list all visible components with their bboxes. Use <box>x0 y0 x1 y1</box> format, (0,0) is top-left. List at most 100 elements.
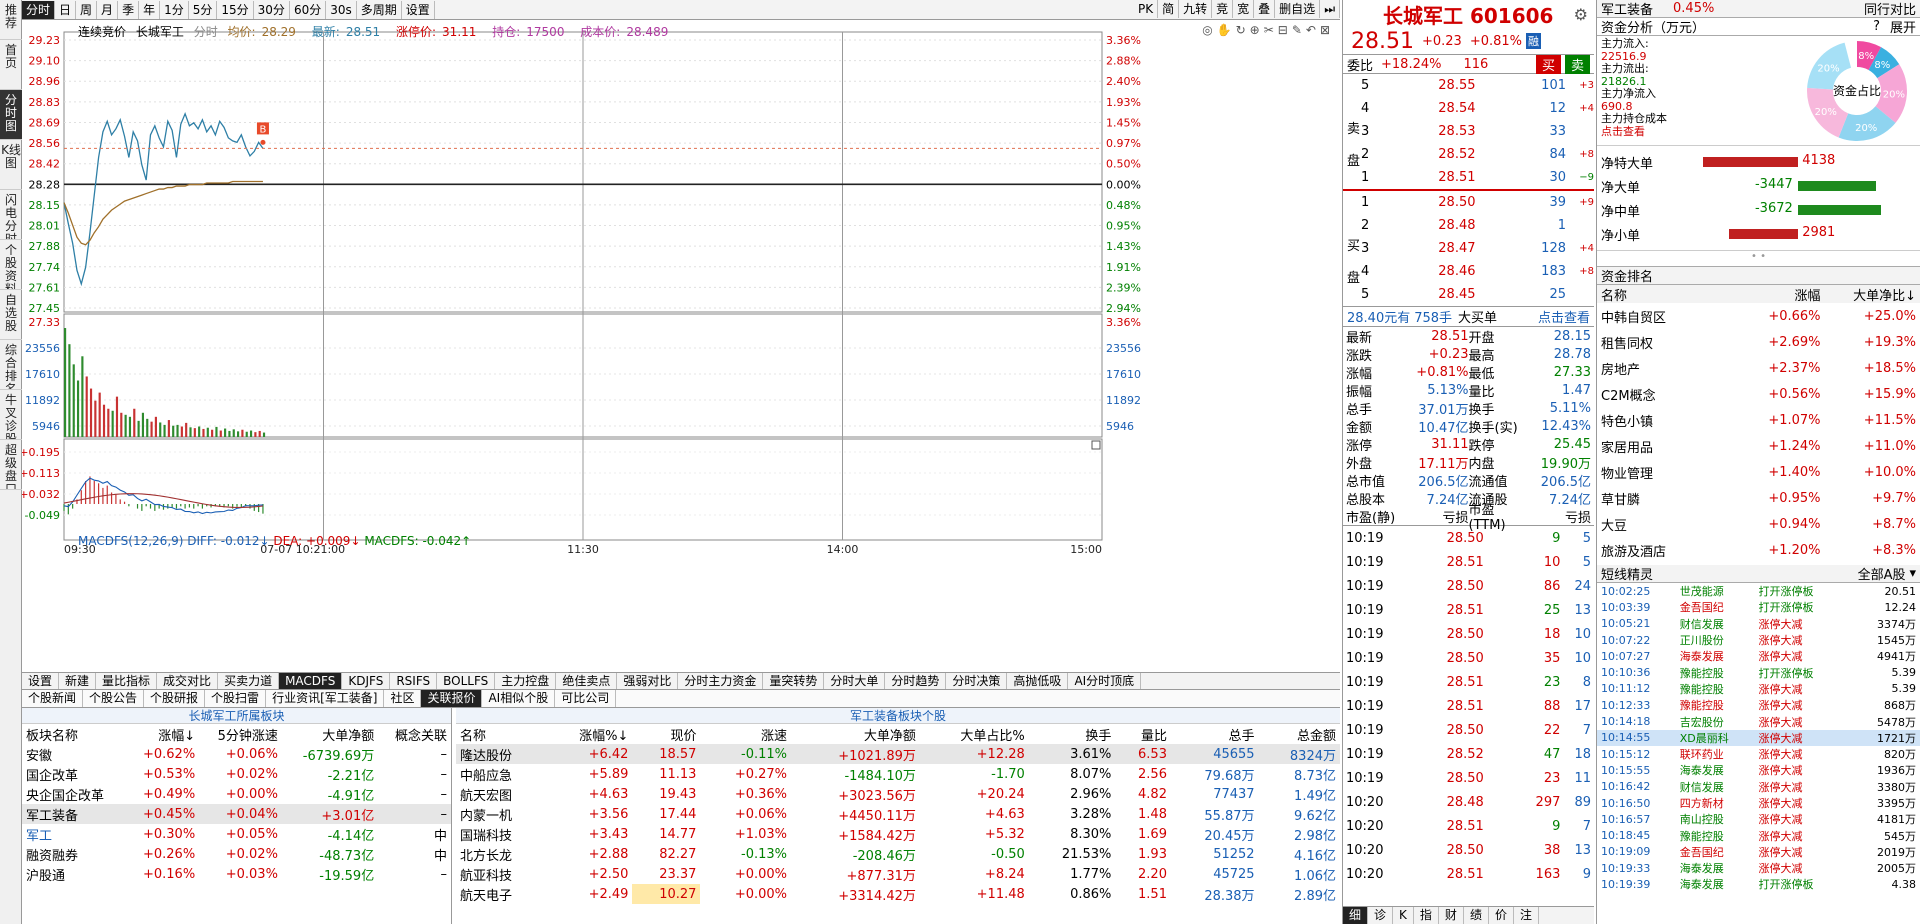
indicator-tab-4[interactable]: 买卖力道 <box>218 673 280 689</box>
period-tab-10[interactable]: 60分 <box>290 0 327 19</box>
stock-col-0[interactable]: 名称 <box>456 724 546 744</box>
toolbar-right-1[interactable]: 简 <box>1158 0 1180 18</box>
list-item[interactable]: 10:15:55 海泰发展 涨停大减 1936万 <box>1597 762 1920 778</box>
period-tab-11[interactable]: 30s <box>326 0 357 19</box>
shortline-filter[interactable]: 全部A股 <box>1858 564 1906 583</box>
list-item[interactable]: 特色小镇 +1.07% +11.5% <box>1597 407 1920 433</box>
indicator-tab-14[interactable]: 分时大单 <box>824 673 886 689</box>
rank-col-0[interactable]: 名称 <box>1601 285 1725 304</box>
period-tab-9[interactable]: 30分 <box>254 0 290 19</box>
quote-tab-1[interactable]: 诊 <box>1368 907 1394 924</box>
info-tab-1[interactable]: 个股公告 <box>83 690 145 707</box>
gear-icon[interactable]: ⚙ <box>1574 5 1588 24</box>
nav-item-1[interactable]: 首页 <box>0 40 22 90</box>
quote-tab-6[interactable]: 价 <box>1489 907 1514 924</box>
stock-col-9[interactable]: 总金额 <box>1259 724 1340 744</box>
list-item[interactable]: 旅游及酒店 +1.20% +8.3% <box>1597 537 1920 563</box>
quote-tab-7[interactable]: 注 <box>1514 907 1539 924</box>
list-item[interactable]: 房地产 +2.37% +18.5% <box>1597 355 1920 381</box>
indicator-tab-5[interactable]: MACDFS <box>279 673 343 689</box>
peer-compare[interactable]: 同行对比 <box>1864 0 1916 18</box>
rank-col-1[interactable]: 涨幅 <box>1725 285 1821 304</box>
stock-col-7[interactable]: 量比 <box>1115 724 1171 744</box>
chart-tool-icons[interactable]: ◎✋↻⊕✂⊟✎↶⊠ <box>1202 23 1334 37</box>
list-item[interactable]: 10:19:33 海泰发展 涨停大减 2005万 <box>1597 860 1920 876</box>
info-tab-0[interactable]: 个股新闻 <box>22 690 84 707</box>
nav-item-6[interactable]: 自选股 <box>0 290 22 340</box>
sector-col-3[interactable]: 大单净额 <box>282 724 378 744</box>
indicator-tab-15[interactable]: 分时趋势 <box>885 673 947 689</box>
book-level[interactable]: 3 28.47 128 +4 <box>1361 237 1594 260</box>
table-row[interactable]: 央企国企改革 +0.49% +0.00% -4.91亿 – <box>22 784 451 804</box>
book-level[interactable]: 2 28.52 84 +8 <box>1361 143 1594 166</box>
nav-item-4[interactable]: 闪电分时 <box>0 190 22 240</box>
indicator-tab-10[interactable]: 绝佳卖点 <box>556 673 618 689</box>
list-item[interactable]: 10:19:09 金吾国纪 涨停大减 2019万 <box>1597 844 1920 860</box>
list-item[interactable]: 10:16:42 财信发展 涨停大减 3380万 <box>1597 779 1920 795</box>
toolbar-right-5[interactable]: 叠 <box>1254 0 1276 18</box>
rank-col-2[interactable]: 大单净比↓ <box>1821 285 1916 304</box>
nav-item-7[interactable]: 综合排名 <box>0 340 22 390</box>
toolbar-right-6[interactable]: 删自选 <box>1275 0 1321 18</box>
nav-item-5[interactable]: 个股资料 <box>0 240 22 290</box>
list-item[interactable]: 10:10:36 豫能控股 打开涨停板 5.39 <box>1597 664 1920 680</box>
period-tab-1[interactable]: 日 <box>55 0 77 19</box>
indicator-tab-6[interactable]: KDJFS <box>342 673 391 689</box>
list-item[interactable]: 大豆 +0.94% +8.7% <box>1597 511 1920 537</box>
book-level[interactable]: 4 28.46 183 +8 <box>1361 260 1594 283</box>
table-row[interactable]: 国企改革 +0.53% +0.02% -2.21亿 – <box>22 764 451 784</box>
table-row[interactable]: 中船应急 +5.89 11.13 +0.27% -1484.10万 -1.70 8.07% 2… <box>456 764 1340 784</box>
indicator-tab-11[interactable]: 强弱对比 <box>617 673 679 689</box>
nav-item-3[interactable]: K线图 <box>0 140 22 190</box>
stock-col-8[interactable]: 总手 <box>1171 724 1259 744</box>
list-item[interactable]: 中韩自贸区 +0.66% +25.0% <box>1597 303 1920 329</box>
list-item[interactable]: 10:14:18 吉宏股份 涨停大减 5478万 <box>1597 713 1920 729</box>
list-item[interactable]: 10:15:12 联环药业 涨停大减 820万 <box>1597 746 1920 762</box>
period-tab-13[interactable]: 设置 <box>402 0 435 19</box>
stock-col-5[interactable]: 大单占比% <box>920 724 1029 744</box>
book-level[interactable]: 2 28.48 1 <box>1361 214 1594 237</box>
list-item[interactable]: 10:16:50 四方新材 涨停大减 3395万 <box>1597 795 1920 811</box>
period-tab-6[interactable]: 1分 <box>160 0 189 19</box>
list-item[interactable]: 10:02:25 世茂能源 打开涨停板 20.51 <box>1597 583 1920 599</box>
table-row[interactable]: 沪股通 +0.16% +0.03% -19.59亿 – <box>22 864 451 884</box>
list-item[interactable]: 草甘膦 +0.95% +9.7% <box>1597 485 1920 511</box>
table-row[interactable]: 航天电子 +2.49 10.27 +0.00% +3314.42万 +11.48 0.86%… <box>456 884 1340 904</box>
table-row[interactable]: 航天宏图 +4.63 19.43 +0.36% +3023.56万 +20.24 2.96%… <box>456 784 1340 804</box>
info-tab-3[interactable]: 个股扫雷 <box>205 690 267 707</box>
indicator-tab-16[interactable]: 分时决策 <box>946 673 1008 689</box>
list-item[interactable]: 租售同权 +2.69% +19.3% <box>1597 329 1920 355</box>
close-icon[interactable] <box>1091 440 1101 450</box>
period-tab-5[interactable]: 年 <box>139 0 161 19</box>
quote-tab-2[interactable]: K <box>1393 907 1414 924</box>
list-item[interactable]: 物业管理 +1.40% +10.0% <box>1597 459 1920 485</box>
buy-button[interactable]: 买 <box>1535 54 1561 74</box>
sector-col-4[interactable]: 概念关联 <box>378 724 451 744</box>
indicator-tab-1[interactable]: 新建 <box>59 673 97 689</box>
list-item[interactable]: 10:03:39 金吾国纪 打开涨停板 12.24 <box>1597 599 1920 615</box>
nav-item-2[interactable]: 分时图 <box>0 90 22 140</box>
stock-col-2[interactable]: 现价 <box>632 724 700 744</box>
sector-col-0[interactable]: 板块名称 <box>22 724 126 744</box>
info-tab-4[interactable]: 行业资讯[军工装备] <box>266 690 385 707</box>
list-item[interactable]: 10:18:45 豫能控股 涨停大减 545万 <box>1597 827 1920 843</box>
list-item[interactable]: 10:19:39 海泰发展 打开涨停板 4.38 <box>1597 876 1920 892</box>
info-tab-6[interactable]: 关联报价 <box>421 690 483 707</box>
list-item[interactable]: 10:16:57 南山控股 涨停大减 4181万 <box>1597 811 1920 827</box>
nav-item-8[interactable]: 牛叉诊股 <box>0 390 22 440</box>
period-tab-2[interactable]: 周 <box>76 0 98 19</box>
quote-tab-4[interactable]: 财 <box>1439 907 1464 924</box>
stock-col-1[interactable]: 涨幅%↓ <box>546 724 632 744</box>
indicator-tab-2[interactable]: 量比指标 <box>96 673 158 689</box>
info-tab-5[interactable]: 社区 <box>384 690 422 707</box>
indicator-tab-0[interactable]: 设置 <box>22 673 60 689</box>
book-level[interactable]: 5 28.45 25 <box>1361 283 1594 306</box>
chevron-down-icon[interactable]: ▾ <box>1909 566 1916 581</box>
stock-col-3[interactable]: 涨速 <box>700 724 791 744</box>
sector-col-2[interactable]: 5分钟涨速 <box>199 724 282 744</box>
indicator-tab-12[interactable]: 分时主力资金 <box>678 673 764 689</box>
indicator-tab-8[interactable]: BOLLFS <box>437 673 496 689</box>
book-level[interactable]: 3 28.53 33 <box>1361 120 1594 143</box>
period-tab-8[interactable]: 15分 <box>217 0 254 19</box>
list-item[interactable]: 10:07:27 海泰发展 涨停大减 4941万 <box>1597 648 1920 664</box>
